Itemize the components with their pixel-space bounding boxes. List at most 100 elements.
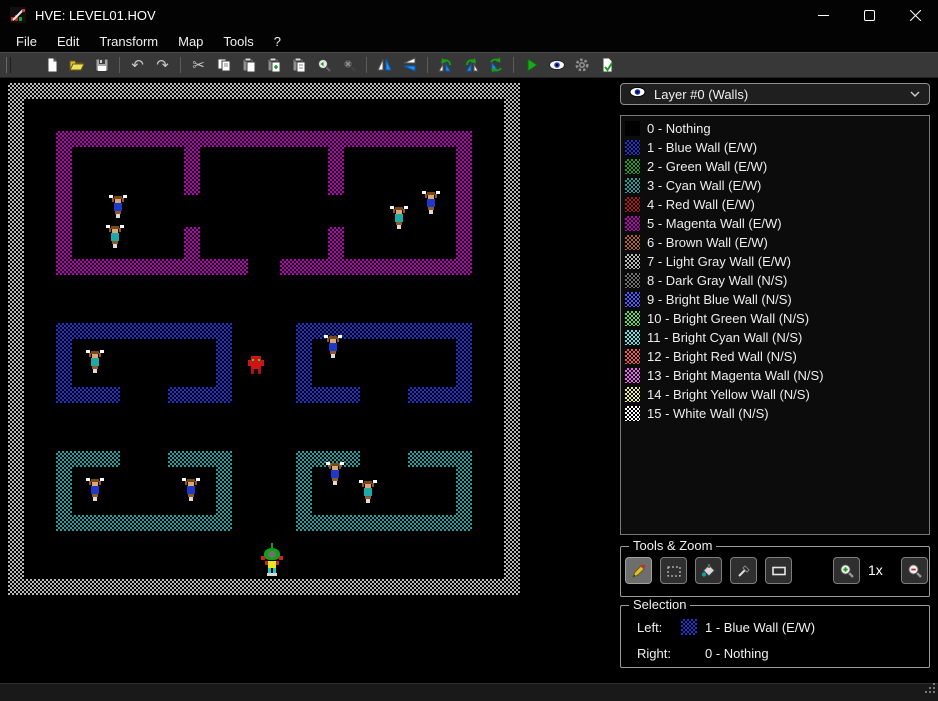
wall-lightgray[interactable]	[8, 83, 520, 99]
wall-cyan[interactable]	[216, 467, 232, 515]
sprite-hostage-cyan[interactable]	[86, 350, 104, 374]
wall-blue[interactable]	[296, 387, 360, 403]
tile-list-item[interactable]: 12 - Bright Red Wall (N/S)	[621, 347, 929, 366]
wall-magenta[interactable]	[328, 227, 344, 259]
tile-list-item[interactable]: 0 - Nothing	[621, 119, 929, 138]
minimize-button[interactable]	[800, 0, 846, 30]
layer-dropdown[interactable]: Layer #0 (Walls)	[620, 83, 930, 105]
toolbar-paste-special-button[interactable]	[286, 54, 311, 76]
menu-tools[interactable]: Tools	[213, 34, 263, 49]
wall-magenta[interactable]	[56, 131, 472, 147]
toolbar-copy-button[interactable]	[211, 54, 236, 76]
toolbar-run-button[interactable]	[519, 54, 544, 76]
toolbar-verify-button[interactable]	[594, 54, 619, 76]
rectangle-tool-button[interactable]	[765, 557, 792, 584]
tile-list-item[interactable]: 7 - Light Gray Wall (E/W)	[621, 252, 929, 271]
picker-tool-button[interactable]	[730, 557, 757, 584]
wall-magenta[interactable]	[56, 147, 72, 259]
toolbar-redo-button[interactable]: ↷	[150, 54, 175, 76]
toolbar-rotate-left-button[interactable]	[433, 54, 458, 76]
zoom-out-button[interactable]	[901, 557, 928, 584]
wall-blue[interactable]	[56, 339, 72, 387]
wall-cyan[interactable]	[408, 451, 472, 467]
wall-blue[interactable]	[296, 323, 472, 339]
tile-list-item[interactable]: 15 - White Wall (N/S)	[621, 404, 929, 423]
sprite-hostage-cyan[interactable]	[359, 480, 377, 504]
toolbar-cut-button[interactable]: ✂	[186, 54, 211, 76]
toolbar-paste-button[interactable]	[236, 54, 261, 76]
tile-type-list[interactable]: 0 - Nothing1 - Blue Wall (E/W)2 - Green …	[620, 115, 930, 535]
wall-magenta[interactable]	[184, 227, 200, 259]
toolbar-undo-button[interactable]: ↶	[125, 54, 150, 76]
toolbar-view-button[interactable]	[544, 54, 569, 76]
wall-cyan[interactable]	[56, 451, 120, 467]
toolbar-zoom-cancel-button[interactable]	[336, 54, 361, 76]
menu-help[interactable]: ?	[264, 34, 291, 49]
wall-magenta[interactable]	[184, 147, 200, 195]
toolbar-settings-button[interactable]	[569, 54, 594, 76]
tile-list-item[interactable]: 2 - Green Wall (E/W)	[621, 157, 929, 176]
title-bar[interactable]: HVE: LEVEL01.HOV	[0, 0, 938, 30]
toolbar-open-button[interactable]	[64, 54, 89, 76]
menu-file[interactable]: File	[6, 34, 47, 49]
tile-list-item[interactable]: 9 - Bright Blue Wall (N/S)	[621, 290, 929, 309]
wall-blue[interactable]	[168, 387, 232, 403]
tile-list-item[interactable]: 3 - Cyan Wall (E/W)	[621, 176, 929, 195]
menu-map[interactable]: Map	[168, 34, 213, 49]
menu-transform[interactable]: Transform	[89, 34, 168, 49]
pencil-tool-button[interactable]	[625, 557, 652, 584]
tile-list-item[interactable]: 11 - Bright Cyan Wall (N/S)	[621, 328, 929, 347]
tile-list-item[interactable]: 4 - Red Wall (E/W)	[621, 195, 929, 214]
sprite-player-start[interactable]	[261, 543, 283, 577]
sprite-hostage-blue[interactable]	[326, 462, 344, 486]
wall-blue[interactable]	[408, 387, 472, 403]
fill-tool-button[interactable]	[695, 557, 722, 584]
zoom-in-button[interactable]	[833, 557, 860, 584]
wall-blue[interactable]	[56, 387, 120, 403]
toolbar-new-button[interactable]	[39, 54, 64, 76]
wall-magenta[interactable]	[328, 147, 344, 195]
wall-cyan[interactable]	[168, 451, 232, 467]
toolbar-rotate-180-button[interactable]	[483, 54, 508, 76]
resize-grip[interactable]	[925, 680, 935, 698]
wall-cyan[interactable]	[296, 515, 472, 531]
toolbar-flip-horizontal-button[interactable]	[372, 54, 397, 76]
toolbar-paste-add-button[interactable]	[261, 54, 286, 76]
tile-list-item[interactable]: 6 - Brown Wall (E/W)	[621, 233, 929, 252]
sprite-hostage-cyan[interactable]	[390, 206, 408, 230]
wall-magenta[interactable]	[280, 259, 472, 275]
sprite-hostage-blue[interactable]	[422, 191, 440, 215]
tile-list-item[interactable]: 10 - Bright Green Wall (N/S)	[621, 309, 929, 328]
toolbar-grip[interactable]	[6, 57, 11, 73]
marquee-tool-button[interactable]	[660, 557, 687, 584]
wall-cyan[interactable]	[56, 467, 72, 515]
tile-list-item[interactable]: 8 - Dark Gray Wall (N/S)	[621, 271, 929, 290]
wall-magenta[interactable]	[56, 259, 248, 275]
wall-lightgray[interactable]	[504, 99, 520, 579]
wall-blue[interactable]	[56, 323, 232, 339]
maximize-button[interactable]	[846, 0, 892, 30]
tile-list-item[interactable]: 1 - Blue Wall (E/W)	[621, 138, 929, 157]
sprite-hostage-blue[interactable]	[182, 478, 200, 502]
close-button[interactable]	[892, 0, 938, 30]
sprite-hostage-blue[interactable]	[86, 478, 104, 502]
toolbar-zoom-find-button[interactable]	[311, 54, 336, 76]
menu-edit[interactable]: Edit	[47, 34, 89, 49]
sprite-hostage-cyan[interactable]	[106, 225, 124, 249]
tile-list-item[interactable]: 14 - Bright Yellow Wall (N/S)	[621, 385, 929, 404]
wall-magenta[interactable]	[456, 147, 472, 259]
sprite-hostage-blue[interactable]	[324, 335, 342, 359]
tile-list-item[interactable]: 5 - Magenta Wall (E/W)	[621, 214, 929, 233]
wall-cyan[interactable]	[296, 467, 312, 515]
wall-cyan[interactable]	[56, 515, 232, 531]
wall-cyan[interactable]	[456, 467, 472, 515]
wall-blue[interactable]	[456, 339, 472, 387]
sprite-enemy-red[interactable]	[247, 355, 265, 375]
wall-blue[interactable]	[296, 339, 312, 387]
sprite-hostage-blue[interactable]	[109, 195, 127, 219]
toolbar-flip-vertical-button[interactable]	[397, 54, 422, 76]
map-canvas[interactable]	[8, 83, 520, 595]
wall-blue[interactable]	[216, 339, 232, 387]
wall-lightgray[interactable]	[8, 99, 24, 579]
toolbar-rotate-right-button[interactable]	[458, 54, 483, 76]
